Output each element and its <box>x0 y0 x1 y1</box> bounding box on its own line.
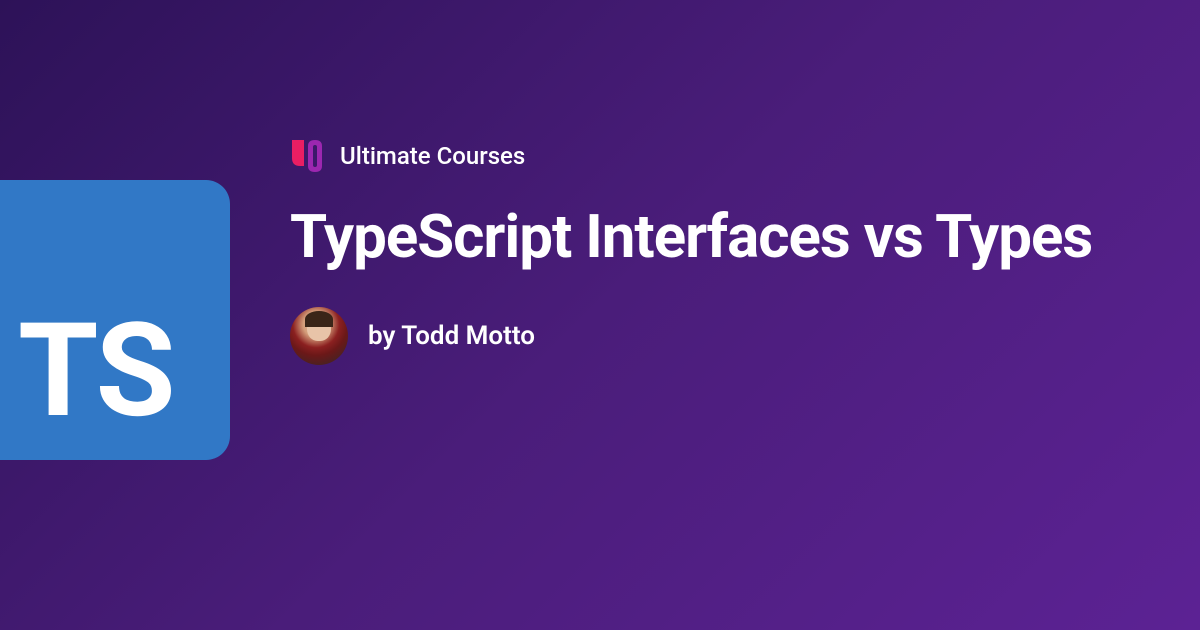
page-title: TypeScript Interfaces vs Types <box>290 202 1140 271</box>
brand-logo-icon <box>290 138 322 174</box>
content-area: Ultimate Courses TypeScript Interfaces v… <box>290 138 1140 365</box>
author-byline: by Todd Motto <box>368 321 535 351</box>
typescript-badge: TS <box>0 180 230 460</box>
author-row: by Todd Motto <box>290 307 1140 365</box>
author-avatar <box>290 307 348 365</box>
brand-row: Ultimate Courses <box>290 138 1140 174</box>
brand-name: Ultimate Courses <box>340 142 525 170</box>
typescript-badge-text: TS <box>18 306 174 436</box>
